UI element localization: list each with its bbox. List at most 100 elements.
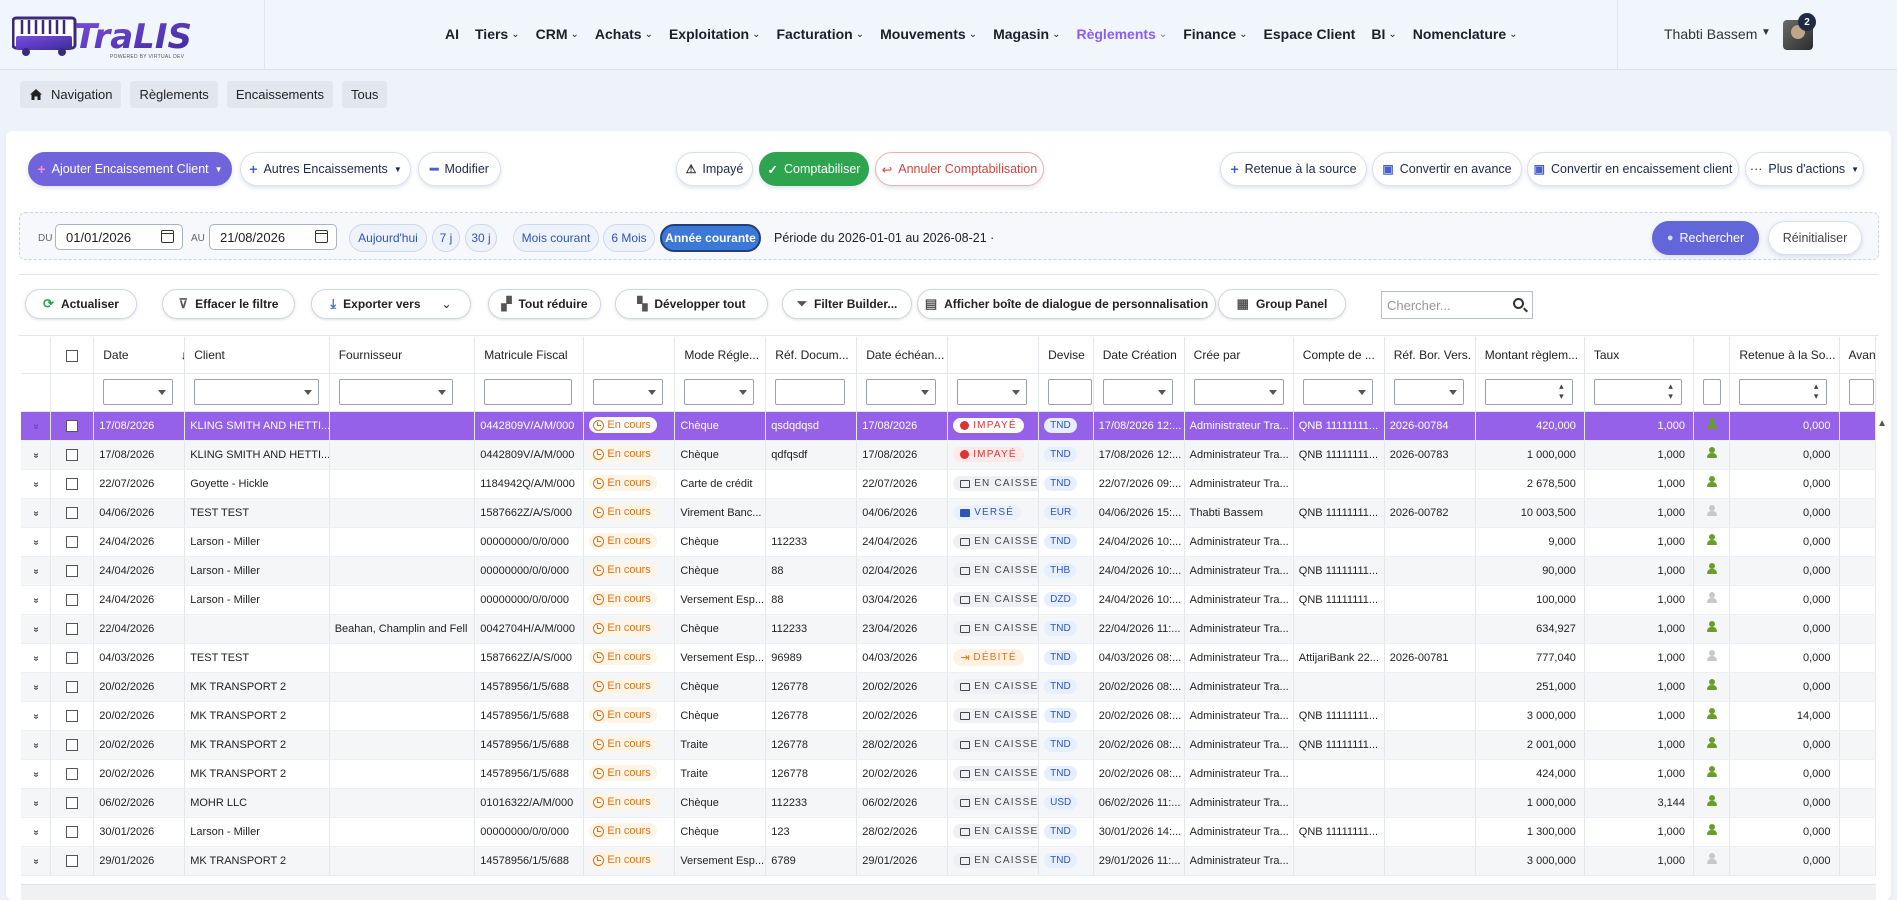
- column-header[interactable]: Fournisseur: [329, 337, 476, 374]
- expand-cell[interactable]: »: [21, 730, 51, 760]
- select-cell[interactable]: [50, 788, 95, 818]
- column-header[interactable]: Devise: [1038, 337, 1094, 374]
- column-filter-select[interactable]: [103, 379, 174, 405]
- column-header[interactable]: Montant règlem...: [1475, 337, 1585, 374]
- expand-row-icon[interactable]: »: [30, 452, 41, 458]
- row-checkbox[interactable]: [66, 564, 79, 577]
- table-row[interactable]: » 20/02/2026 MK TRANSPORT 2 14578956/1/5/68…: [21, 730, 1876, 760]
- expand-cell[interactable]: »: [21, 846, 51, 876]
- table-row[interactable]: » 17/08/2026 KLING SMITH AND HETTI... 04428…: [21, 411, 1876, 441]
- nav-item-tiers[interactable]: Tiers ⌄: [475, 26, 520, 42]
- nav-item-nomenclature[interactable]: Nomenclature ⌄: [1413, 26, 1518, 42]
- user-menu[interactable]: Thabti Bassem ▼ 2: [1617, 0, 1897, 70]
- table-row[interactable]: » 20/02/2026 MK TRANSPORT 2 14578956/1/5/68…: [21, 672, 1876, 702]
- select-cell[interactable]: [50, 440, 95, 470]
- user-name[interactable]: Thabti Bassem: [1664, 26, 1757, 42]
- edit-button[interactable]: ━ Modifier: [418, 152, 501, 186]
- convert-to-advance-button[interactable]: ▣ Convertir en avance: [1372, 152, 1522, 186]
- table-row[interactable]: » 06/02/2026 MOHR LLC 01016322/A/M/000 En co…: [21, 788, 1876, 818]
- table-row[interactable]: » 17/08/2026 KLING SMITH AND HETTI... 04428…: [21, 440, 1876, 470]
- expand-cell[interactable]: »: [21, 585, 51, 615]
- expand-row-icon[interactable]: »: [30, 655, 41, 661]
- row-checkbox[interactable]: [66, 651, 79, 664]
- column-filter-number[interactable]: [1484, 379, 1573, 405]
- expand-row-icon[interactable]: »: [30, 800, 41, 806]
- expand-cell[interactable]: »: [21, 701, 51, 731]
- column-header[interactable]: Retenue à la So...: [1729, 337, 1840, 374]
- preset-30-days[interactable]: 30 j: [465, 224, 497, 252]
- column-filter-select[interactable]: [866, 379, 937, 405]
- select-cell[interactable]: [50, 643, 95, 673]
- column-header[interactable]: Client: [184, 337, 330, 374]
- column-filter-select[interactable]: [1302, 379, 1373, 405]
- nav-item-bi[interactable]: BI ⌄: [1371, 26, 1396, 42]
- expand-cell[interactable]: »: [21, 817, 51, 847]
- column-filter-select[interactable]: [593, 379, 664, 405]
- select-cell[interactable]: [50, 469, 95, 499]
- customization-dialog-button[interactable]: ▤ Afficher boîte de dialogue de personnal…: [917, 289, 1216, 319]
- preset-today[interactable]: Aujourd'hui: [349, 224, 427, 252]
- expand-row-icon[interactable]: »: [30, 510, 41, 516]
- reset-button[interactable]: Réinitialiser: [1768, 221, 1862, 255]
- convert-to-client-receipt-button[interactable]: ▣ Convertir en encaissement client: [1527, 152, 1739, 186]
- expand-all-button[interactable]: ▚ Développer tout: [615, 289, 768, 319]
- table-row[interactable]: » 20/02/2026 MK TRANSPORT 2 14578956/1/5/68…: [21, 759, 1876, 789]
- expand-cell[interactable]: »: [21, 788, 51, 818]
- search-button[interactable]: ● Rechercher: [1652, 221, 1759, 255]
- select-all-checkbox[interactable]: [66, 349, 79, 362]
- date-from-input[interactable]: 01/01/2026: [55, 224, 183, 250]
- column-filter-select[interactable]: [338, 379, 453, 405]
- table-row[interactable]: » 04/06/2026 TEST TEST 1587662Z/A/S/000 En c…: [21, 498, 1876, 528]
- expand-row-icon[interactable]: »: [30, 539, 41, 545]
- select-cell[interactable]: [50, 672, 95, 702]
- expand-cell[interactable]: »: [21, 440, 51, 470]
- select-cell[interactable]: [50, 556, 95, 586]
- row-checkbox[interactable]: [66, 854, 79, 867]
- select-cell[interactable]: [50, 411, 95, 441]
- filter-builder-button[interactable]: ⏷ Filter Builder...: [782, 289, 912, 319]
- breadcrumb-navigation[interactable]: Navigation: [20, 81, 122, 108]
- breadcrumb-encaissements[interactable]: Encaissements: [226, 81, 333, 108]
- expand-row-icon[interactable]: »: [30, 829, 41, 835]
- grid-search-input[interactable]: Chercher...: [1381, 291, 1533, 319]
- column-header[interactable]: Réf. Bor. Vers.: [1384, 337, 1476, 374]
- nav-item-magasin[interactable]: Magasin ⌄: [993, 26, 1060, 42]
- column-filter-input[interactable]: [1848, 379, 1874, 405]
- expand-cell[interactable]: »: [21, 411, 51, 441]
- expand-row-icon[interactable]: »: [30, 771, 41, 777]
- caret-down-icon[interactable]: ▼: [1761, 27, 1771, 38]
- more-actions-button[interactable]: ··· Plus d'actions ▼: [1745, 152, 1864, 186]
- expand-cell[interactable]: »: [21, 556, 51, 586]
- preset-current-year[interactable]: Année courante: [660, 224, 761, 252]
- refresh-button[interactable]: ⟳ Actualiser: [25, 289, 137, 319]
- select-cell[interactable]: [50, 585, 95, 615]
- row-checkbox[interactable]: [66, 767, 79, 780]
- column-header[interactable]: Date Création: [1093, 337, 1185, 374]
- post-accounting-button[interactable]: ✓ Comptabiliser: [759, 152, 869, 186]
- select-cell[interactable]: [50, 701, 95, 731]
- column-filter-input[interactable]: [1702, 379, 1721, 405]
- column-filter-input[interactable]: [484, 379, 573, 405]
- column-filter-select[interactable]: [957, 379, 1028, 405]
- row-checkbox[interactable]: [66, 506, 79, 519]
- select-cell[interactable]: [50, 527, 95, 557]
- group-panel-button[interactable]: ▦ Group Panel: [1218, 289, 1346, 319]
- column-filter-select[interactable]: [684, 379, 755, 405]
- column-filter-input[interactable]: [1048, 379, 1093, 405]
- row-checkbox[interactable]: [66, 419, 79, 432]
- expand-cell[interactable]: »: [21, 527, 51, 557]
- unpaid-button[interactable]: ⚠ Impayé: [676, 152, 753, 186]
- column-header[interactable]: Avanc: [1839, 337, 1876, 374]
- table-row[interactable]: » 04/03/2026 TEST TEST 1587662Z/A/S/000 En c…: [21, 643, 1876, 673]
- search-icon[interactable]: [1513, 298, 1524, 309]
- column-header[interactable]: [583, 337, 676, 374]
- column-filter-number[interactable]: [1739, 379, 1828, 405]
- expand-cell[interactable]: »: [21, 498, 51, 528]
- column-header[interactable]: [21, 337, 51, 374]
- column-header[interactable]: Taux: [1584, 337, 1694, 374]
- column-header[interactable]: Matricule Fiscal: [474, 337, 585, 374]
- column-header[interactable]: Date échéan...: [856, 337, 949, 374]
- expand-cell[interactable]: »: [21, 469, 51, 499]
- column-header[interactable]: Compte de ...: [1293, 337, 1385, 374]
- select-cell[interactable]: [50, 759, 95, 789]
